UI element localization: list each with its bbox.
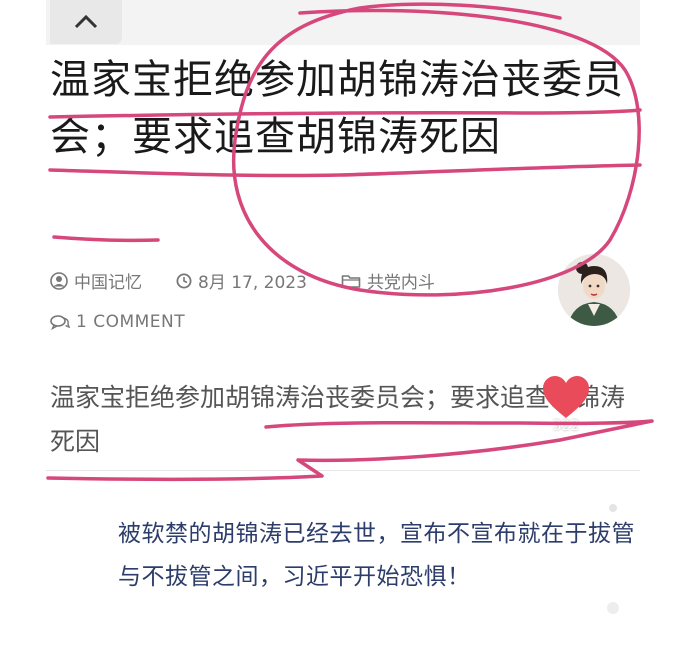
clock-icon [176,273,192,288]
dot-marker [609,504,617,512]
comments-count: 1 COMMENT [76,312,186,332]
dot-marker-lower [607,602,619,614]
user-icon [50,271,68,290]
author-name: 中国记忆 [74,273,142,293]
content-divider [46,470,640,471]
article-page: 温家宝拒绝参加胡锦涛治丧委员会；要求追查胡锦涛死因 中国记忆 8月 17, 20… [46,0,640,647]
like-button[interactable]: 322 [536,374,596,450]
heart-icon [543,376,589,418]
meta-category[interactable]: 共党内斗 [341,268,435,293]
meta-date: 8月 17, 2023 [176,268,307,293]
chevron-up-icon [74,14,98,29]
avatar-illustration [558,254,630,326]
comments-icon [50,315,70,330]
article-meta: 中国记忆 8月 17, 2023 共党内斗 [50,268,461,293]
meta-author[interactable]: 中国记忆 [50,268,142,293]
side-controls [607,504,619,614]
category-label: 共党内斗 [366,273,435,293]
article-title: 温家宝拒绝参加胡锦涛治丧委员会；要求追查胡锦涛死因 [50,57,624,160]
article-body: 被软禁的胡锦涛已经去世，宣布不宣布就在于拔管与不拔管之间，习近平开始恐惧！ [118,521,635,590]
like-count: 322 [552,418,580,434]
avatar[interactable] [558,254,630,326]
folder-icon [341,274,361,288]
post-date: 8月 17, 2023 [198,273,307,293]
collapse-button[interactable] [50,0,122,44]
top-bar [46,0,640,45]
comments-link[interactable]: 1 COMMENT [50,312,185,332]
